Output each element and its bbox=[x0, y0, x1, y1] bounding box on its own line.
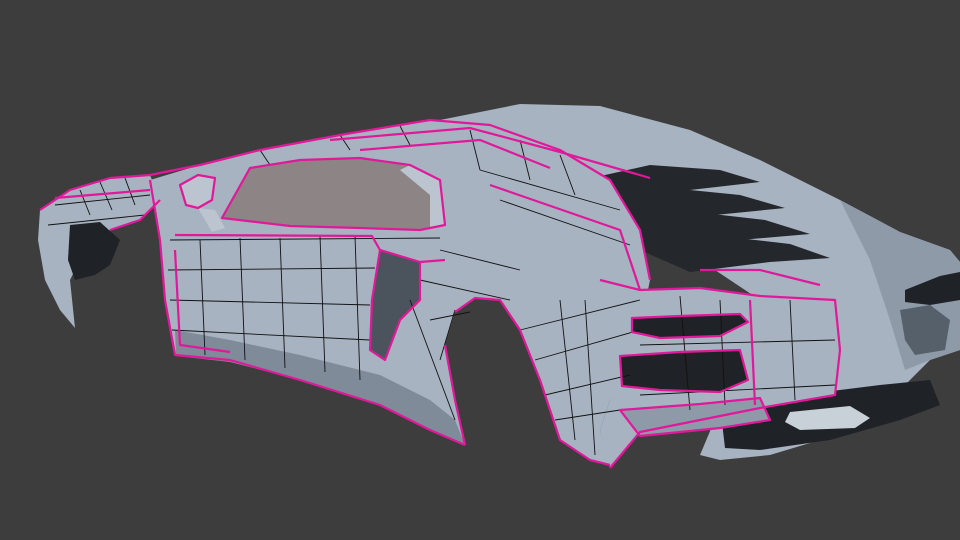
3d-viewport[interactable] bbox=[0, 0, 960, 540]
viewport-scene[interactable] bbox=[0, 0, 960, 540]
left-rear-lower-vent bbox=[620, 350, 748, 392]
